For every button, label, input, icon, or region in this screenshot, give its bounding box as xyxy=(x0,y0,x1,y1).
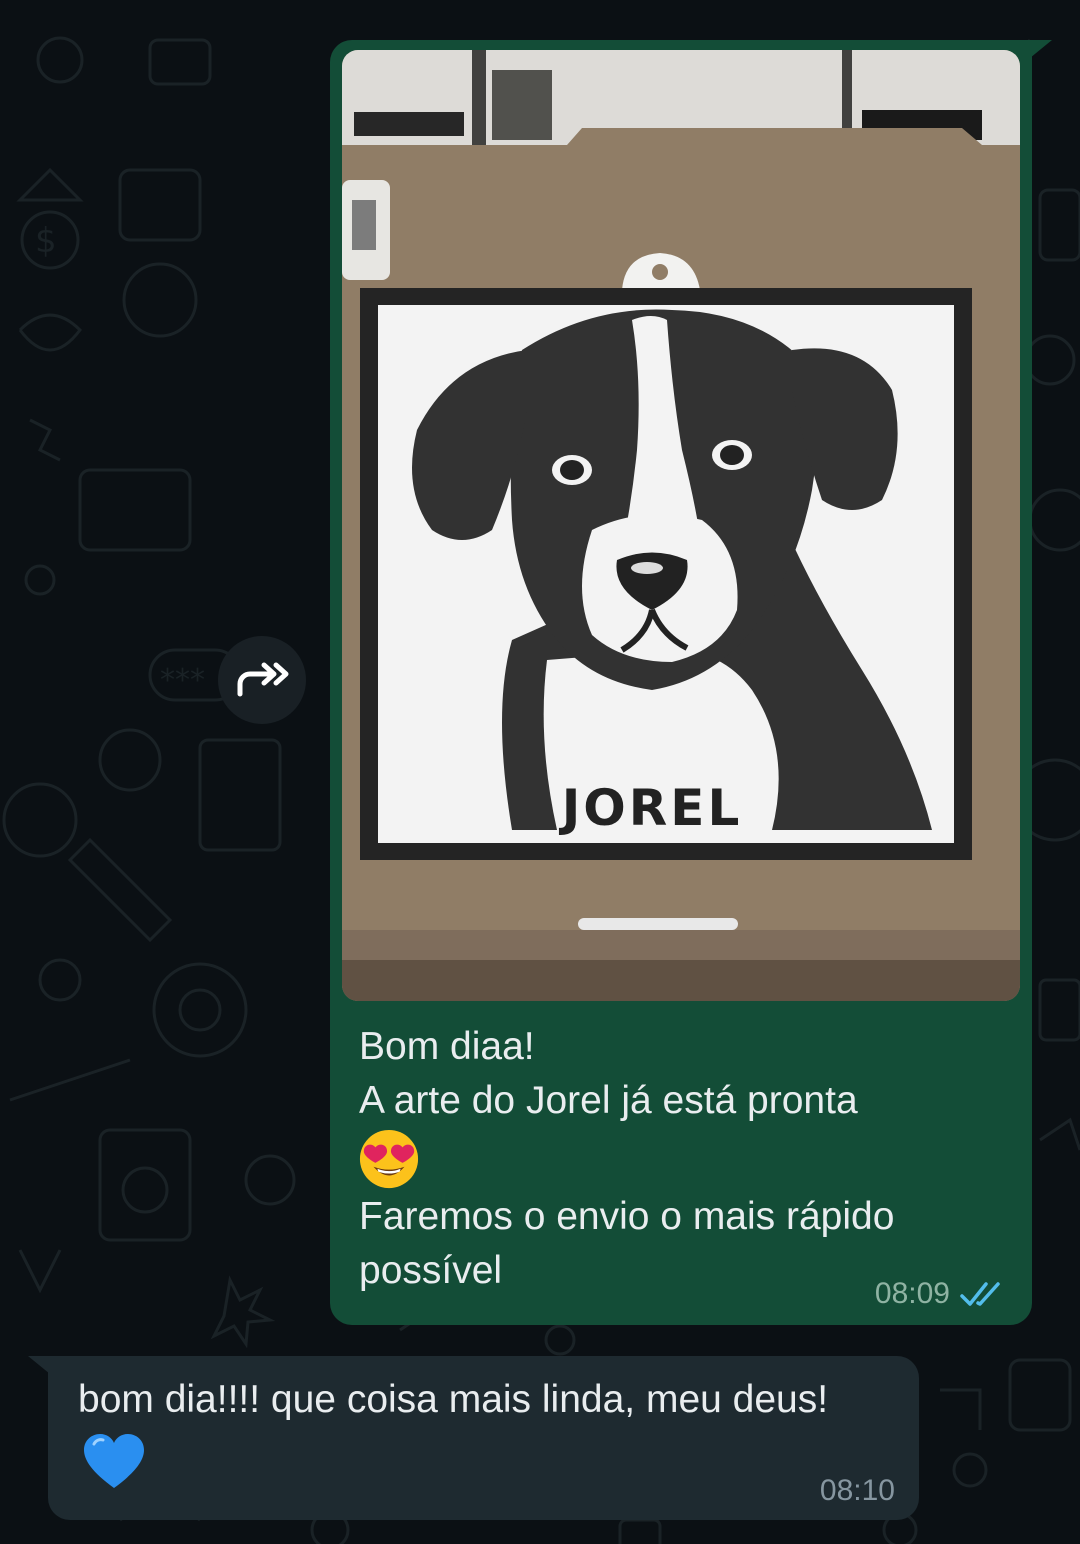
outgoing-message-bubble[interactable]: JOREL Bom diaa! A arte do Jorel já está … xyxy=(330,40,1052,1325)
incoming-message-text: bom dia!!!! que coisa mais linda, meu de… xyxy=(78,1368,858,1498)
forward-arrow-icon xyxy=(237,662,289,697)
message-photo[interactable]: JOREL xyxy=(342,50,1020,1001)
incoming-message-bubble[interactable]: bom dia!!!! que coisa mais linda, meu de… xyxy=(28,1356,919,1520)
message-time: 08:10 xyxy=(819,1474,895,1507)
svg-text:$: $ xyxy=(35,221,57,261)
outgoing-message-text: Bom diaa! A arte do Jorel já está pronta… xyxy=(359,1020,999,1298)
heart-eyes-emoji-icon xyxy=(359,1129,419,1189)
message-meta: 08:09 xyxy=(875,1277,1006,1311)
forward-button[interactable] xyxy=(218,636,306,724)
message-line: Bom diaa! xyxy=(359,1025,535,1068)
incoming-message-line: bom dia!!!! que coisa mais linda, meu de… xyxy=(78,1378,829,1421)
blue-heart-emoji-icon xyxy=(84,1434,144,1488)
svg-text:***: *** xyxy=(160,663,205,698)
emoji-line xyxy=(359,1128,999,1190)
message-time: 08:09 xyxy=(874,1277,950,1310)
double-check-read-icon xyxy=(960,1282,1000,1306)
message-line: A arte do Jorel já está pronta xyxy=(359,1079,858,1122)
bubble-tail xyxy=(1030,40,1052,58)
bubble-tail xyxy=(28,1356,50,1374)
message-line: Faremos o envio o mais rápido xyxy=(359,1195,895,1238)
